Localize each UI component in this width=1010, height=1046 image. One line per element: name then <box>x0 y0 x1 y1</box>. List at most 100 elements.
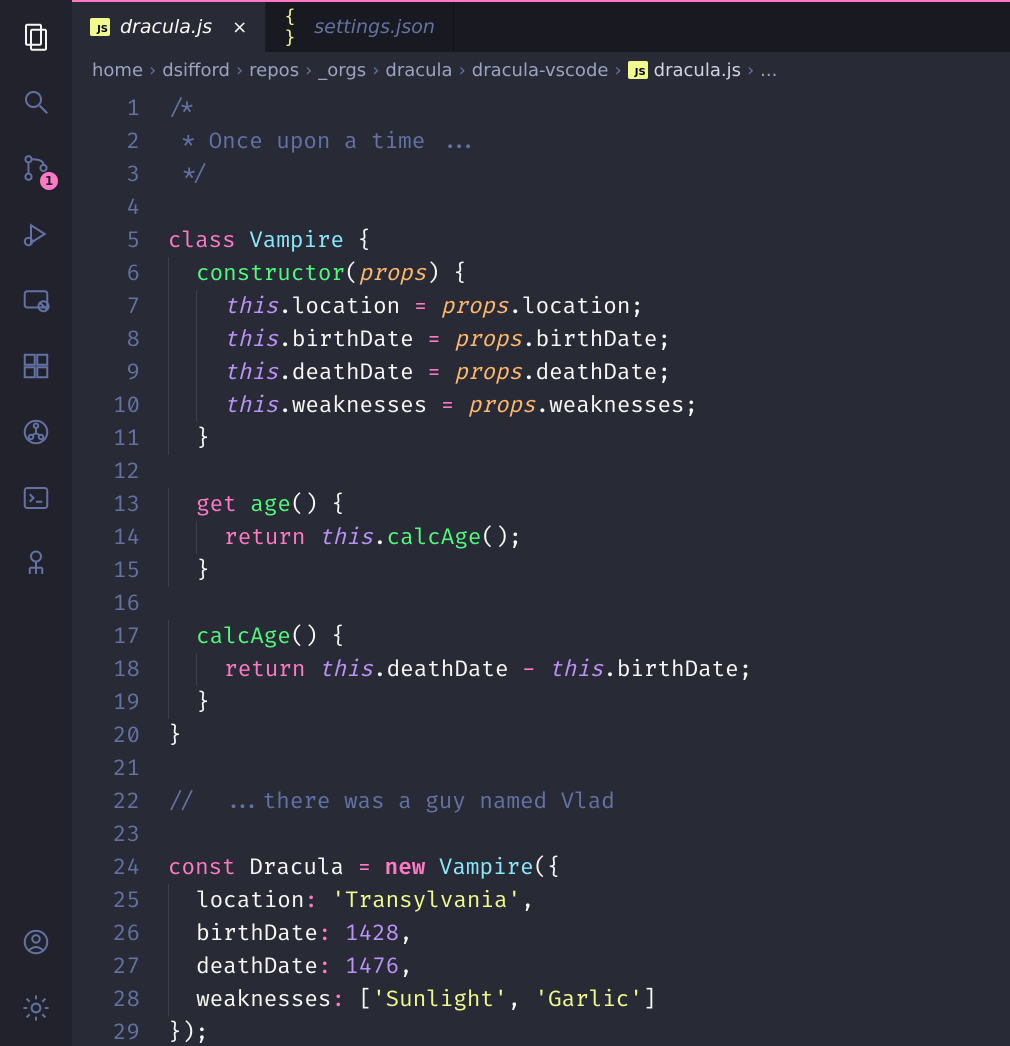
line-number: 9 <box>72 356 140 389</box>
breadcrumb-item[interactable]: dsifford <box>162 60 230 81</box>
tab-label: dracula.js <box>120 16 212 38</box>
activity-bar: 1 <box>0 0 72 1046</box>
line-number: 22 <box>72 785 140 818</box>
line-number: 6 <box>72 257 140 290</box>
line-number: 21 <box>72 752 140 785</box>
code-line[interactable]: // ...there was a guy named Vlad <box>168 785 1010 818</box>
code-line[interactable]: this.deathDate = props.deathDate; <box>168 356 1010 389</box>
line-number: 17 <box>72 620 140 653</box>
breadcrumb-item[interactable]: _orgs <box>318 60 366 81</box>
editor[interactable]: 1234567891011121314151617181920212223242… <box>72 88 1010 1046</box>
line-number: 16 <box>72 587 140 620</box>
code-line[interactable]: /* <box>168 92 1010 125</box>
code-line[interactable] <box>168 455 1010 488</box>
close-icon[interactable]: × <box>232 17 247 38</box>
gutter: 1234567891011121314151617181920212223242… <box>72 92 168 1046</box>
breadcrumb-item[interactable]: ... <box>760 60 777 81</box>
code-line[interactable]: location: 'Transylvania', <box>168 884 1010 917</box>
code-line[interactable]: }); <box>168 1016 1010 1046</box>
activity-settings-icon[interactable] <box>12 984 60 1032</box>
code-line[interactable]: } <box>168 554 1010 587</box>
breadcrumb-item[interactable]: home <box>92 60 143 81</box>
json-file-icon: { } <box>284 17 304 37</box>
line-number: 3 <box>72 158 140 191</box>
code-line[interactable]: birthDate: 1428, <box>168 917 1010 950</box>
code-line[interactable]: this.location = props.location; <box>168 290 1010 323</box>
code-line[interactable] <box>168 191 1010 224</box>
line-number: 10 <box>72 389 140 422</box>
code-line[interactable]: } <box>168 686 1010 719</box>
activity-terminal-icon[interactable] <box>12 474 60 522</box>
code-line[interactable]: this.weaknesses = props.weaknesses; <box>168 389 1010 422</box>
chevron-right-icon: › <box>747 60 754 81</box>
code-line[interactable]: class Vampire { <box>168 224 1010 257</box>
line-number: 15 <box>72 554 140 587</box>
tabs-bar: JS dracula.js × { } settings.json <box>72 0 1010 52</box>
js-file-icon: JS <box>90 17 110 37</box>
chevron-right-icon: › <box>372 60 379 81</box>
tab-dracula-js[interactable]: JS dracula.js × <box>72 2 266 52</box>
activity-debug-icon[interactable] <box>12 210 60 258</box>
breadcrumb-item[interactable]: repos <box>249 60 299 81</box>
code-line[interactable] <box>168 818 1010 851</box>
line-number: 11 <box>72 422 140 455</box>
line-number: 7 <box>72 290 140 323</box>
line-number: 5 <box>72 224 140 257</box>
tab-label: settings.json <box>314 16 435 38</box>
code-line[interactable]: deathDate: 1476, <box>168 950 1010 983</box>
activity-badge: 1 <box>40 172 58 190</box>
code-line[interactable]: const Dracula = new Vampire({ <box>168 851 1010 884</box>
line-number: 4 <box>72 191 140 224</box>
code-line[interactable]: * Once upon a time ... <box>168 125 1010 158</box>
code-line[interactable]: } <box>168 719 1010 752</box>
activity-remote-icon[interactable] <box>12 276 60 324</box>
code-line[interactable] <box>168 752 1010 785</box>
breadcrumb-item[interactable]: dracula-vscode <box>472 60 609 81</box>
activity-git-circle-icon[interactable] <box>12 408 60 456</box>
main-area: JS dracula.js × { } settings.json home › dsiff… <box>72 0 1010 1046</box>
code-line[interactable]: constructor(props) { <box>168 257 1010 290</box>
activity-source-ctrl-icon[interactable]: 1 <box>12 144 60 192</box>
tab-settings-json[interactable]: { } settings.json <box>266 2 454 52</box>
chevron-right-icon: › <box>236 60 243 81</box>
line-number: 27 <box>72 950 140 983</box>
breadcrumb-item[interactable]: dracula.js <box>654 60 741 81</box>
activity-tree-icon[interactable] <box>12 540 60 588</box>
activity-files-icon[interactable] <box>12 12 60 60</box>
line-number: 12 <box>72 455 140 488</box>
breadcrumbs: home›dsifford›repos›_orgs›dracula›dracul… <box>72 52 1010 88</box>
code-line[interactable]: } <box>168 422 1010 455</box>
line-number: 8 <box>72 323 140 356</box>
activity-account-icon[interactable] <box>12 918 60 966</box>
js-file-icon: JS <box>628 61 648 79</box>
line-number: 29 <box>72 1016 140 1046</box>
activity-search-icon[interactable] <box>12 78 60 126</box>
code-line[interactable]: get age() { <box>168 488 1010 521</box>
line-number: 26 <box>72 917 140 950</box>
chevron-right-icon: › <box>305 60 312 81</box>
line-number: 23 <box>72 818 140 851</box>
code-line[interactable]: */ <box>168 158 1010 191</box>
code-line[interactable]: calcAge() { <box>168 620 1010 653</box>
line-number: 20 <box>72 719 140 752</box>
code-line[interactable] <box>168 587 1010 620</box>
chevron-right-icon: › <box>614 60 621 81</box>
code-line[interactable]: this.birthDate = props.birthDate; <box>168 323 1010 356</box>
code-line[interactable]: weaknesses: ['Sunlight', 'Garlic'] <box>168 983 1010 1016</box>
activity-extensions-icon[interactable] <box>12 342 60 390</box>
chevron-right-icon: › <box>149 60 156 81</box>
line-number: 25 <box>72 884 140 917</box>
line-number: 18 <box>72 653 140 686</box>
code-line[interactable]: return this.deathDate - this.birthDate; <box>168 653 1010 686</box>
breadcrumb-item[interactable]: dracula <box>385 60 452 81</box>
line-number: 14 <box>72 521 140 554</box>
line-number: 24 <box>72 851 140 884</box>
line-number: 1 <box>72 92 140 125</box>
line-number: 28 <box>72 983 140 1016</box>
line-number: 19 <box>72 686 140 719</box>
line-number: 2 <box>72 125 140 158</box>
code-area[interactable]: /* * Once upon a time ... */ class Vampi… <box>168 92 1010 1046</box>
chevron-right-icon: › <box>459 60 466 81</box>
line-number: 13 <box>72 488 140 521</box>
code-line[interactable]: return this.calcAge(); <box>168 521 1010 554</box>
